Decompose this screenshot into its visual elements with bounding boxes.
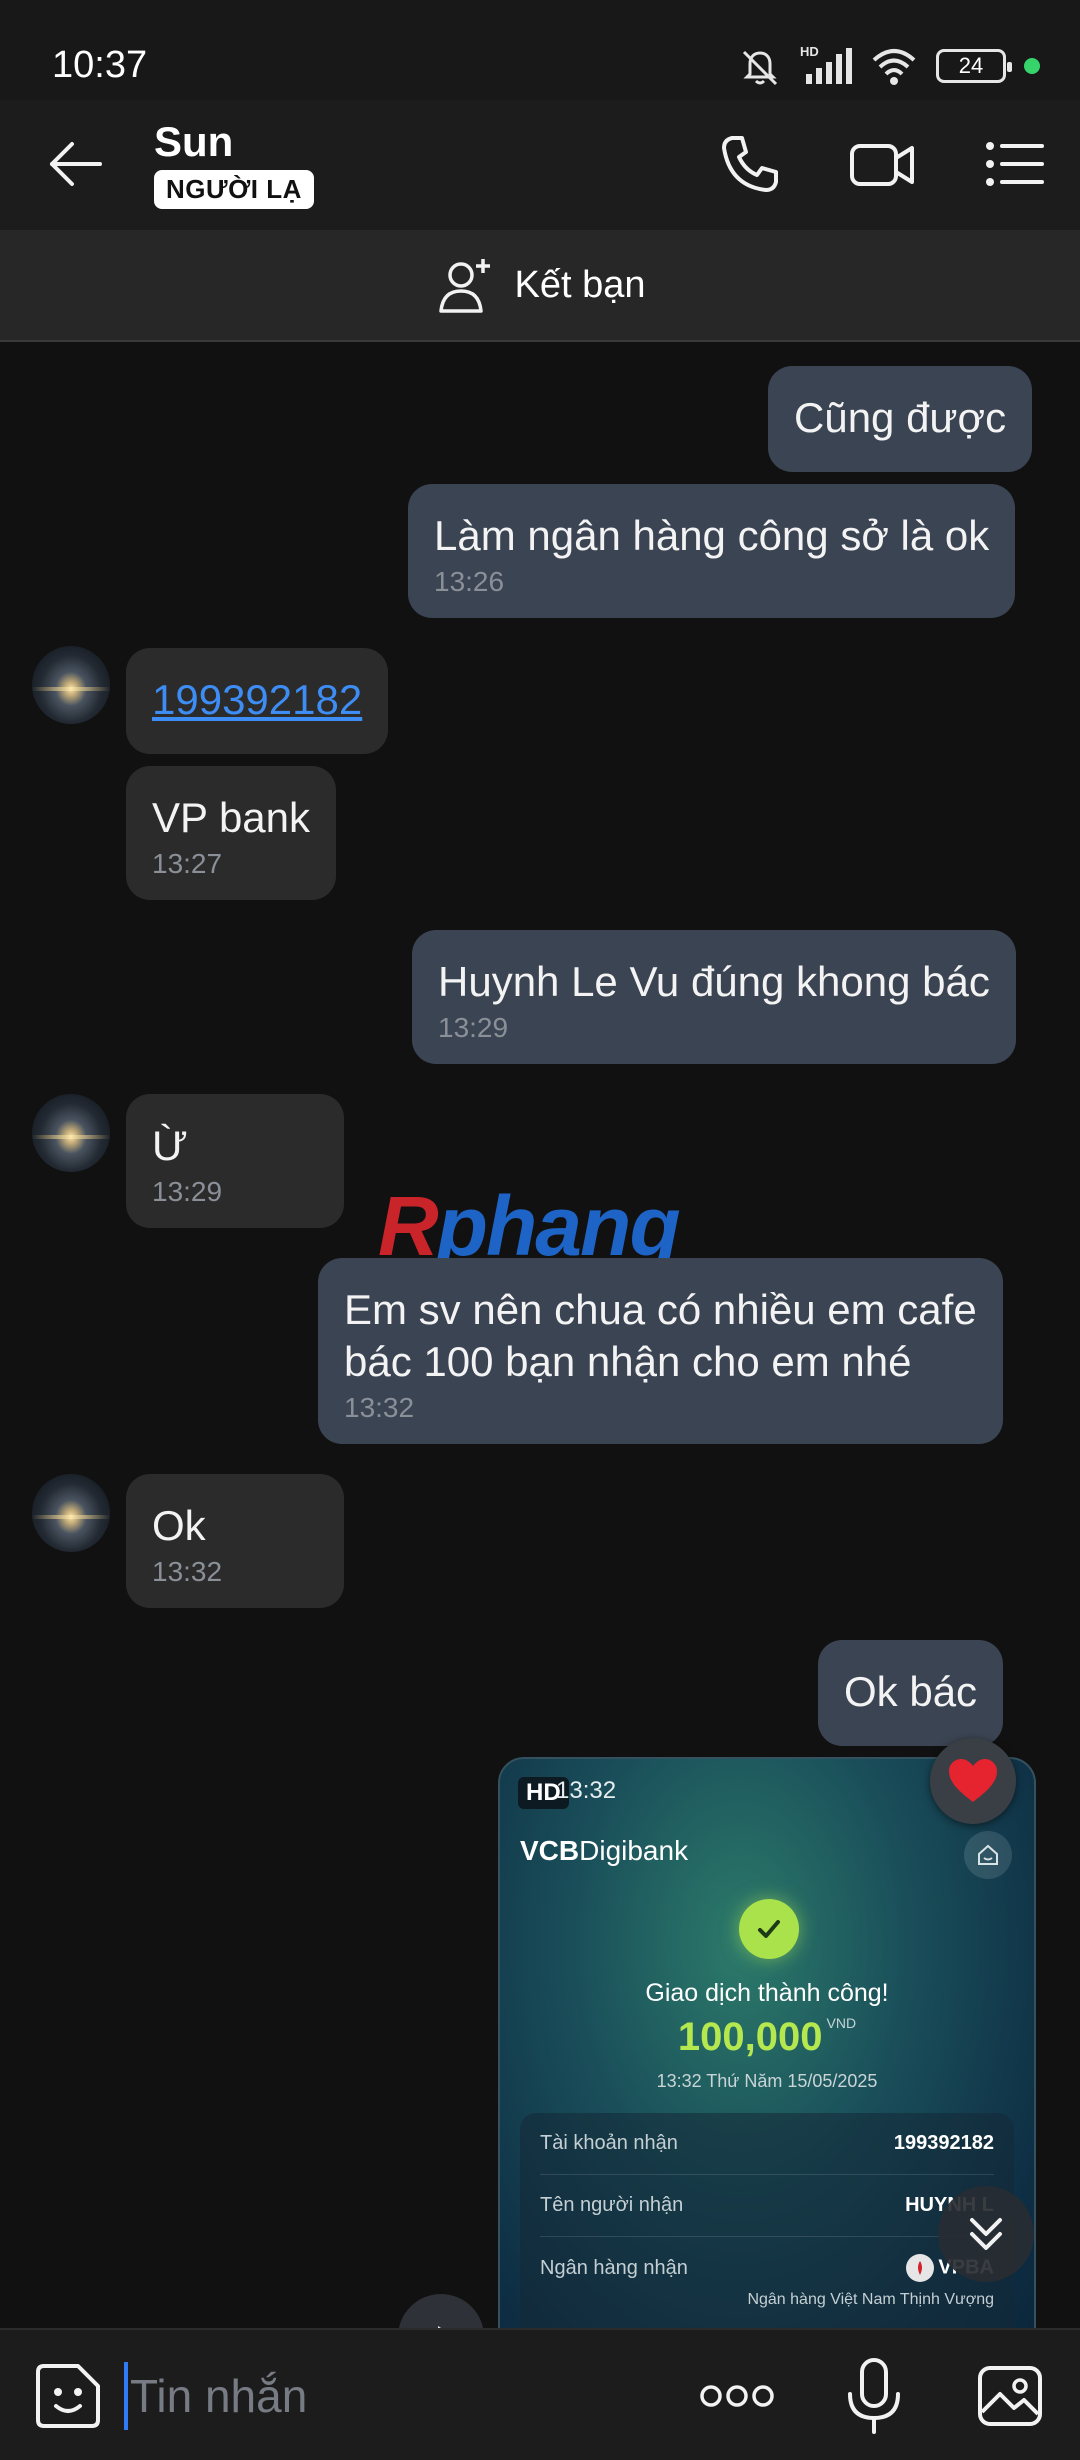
battery-icon: 24	[936, 49, 1012, 83]
text-cursor	[124, 2362, 128, 2430]
receipt-row: Tên người nhận HUYNH L	[540, 2175, 994, 2237]
video-call-icon[interactable]	[846, 128, 918, 200]
back-arrow-icon[interactable]	[40, 128, 112, 200]
message-bubble-outgoing[interactable]: Em sv nên chua có nhiều em cafe bác 100 …	[318, 1258, 1003, 1444]
contact-avatar[interactable]	[32, 1094, 110, 1172]
add-friend-button[interactable]: Kết bạn	[0, 230, 1080, 342]
message-bubble-outgoing[interactable]: Làm ngân hàng công sở là ok 13:26	[408, 484, 1016, 618]
receipt-row: Tài khoản nhận 199392182	[540, 2113, 994, 2175]
privacy-indicator-dot	[1024, 58, 1040, 74]
message-bubble-incoming[interactable]: VP bank 13:27	[126, 766, 337, 900]
contact-avatar[interactable]	[32, 1474, 110, 1552]
message-time: 13:27	[152, 848, 223, 879]
success-check-icon	[739, 1899, 799, 1959]
message-time: 13:29	[152, 1176, 223, 1207]
message-time: 13:26	[434, 566, 505, 597]
message-text: Ok	[152, 1502, 206, 1549]
stranger-badge: NGƯỜI LẠ	[154, 170, 314, 209]
menu-list-icon[interactable]	[978, 128, 1050, 200]
message-bubble-outgoing[interactable]: Huynh Le Vu đúng khong bác 13:29	[412, 930, 1016, 1064]
message-text: VP bank	[152, 794, 311, 841]
heart-icon	[949, 1759, 997, 1802]
receipt-success-text: Giao dịch thành công!	[645, 1979, 889, 2007]
receipt-row: Ngân hàng nhận VPBA	[540, 2237, 994, 2299]
message-bubble-incoming[interactable]: Ok 13:32	[126, 1474, 344, 1608]
contact-name[interactable]: Sun	[154, 118, 233, 166]
message-time: 13:32	[152, 1556, 223, 1587]
message-time: 13:29	[438, 1012, 509, 1043]
status-icons: HD 24	[738, 44, 1040, 88]
add-friend-label: Kết bạn	[514, 263, 646, 306]
phone-call-icon[interactable]	[714, 128, 786, 200]
message-time: 13:32	[344, 1392, 415, 1423]
receipt-brand: VCBDigibank	[520, 1835, 689, 1866]
microphone-icon[interactable]	[840, 2352, 908, 2440]
message-text: Ok bác	[844, 1668, 978, 1715]
receipt-status-time: 13:32	[556, 1777, 617, 1804]
home-icon	[964, 1831, 1012, 1879]
mute-bell-icon	[742, 50, 778, 86]
receipt-bank-fullname: Ngân hàng Việt Nam Thịnh Vượng	[747, 2291, 994, 2308]
message-input[interactable]	[130, 2358, 690, 2434]
transfer-receipt-image[interactable]: HD 13:32 VCBDigibank Giao dịch thành côn…	[498, 1757, 1036, 2377]
scroll-to-bottom-button[interactable]	[938, 2186, 1034, 2282]
message-text: Cũng được	[794, 394, 1007, 441]
network-label: HD	[800, 44, 819, 59]
message-bubble-outgoing[interactable]: Cũng được	[768, 366, 1033, 472]
more-options-icon[interactable]	[698, 2370, 776, 2422]
chat-header: Sun NGƯỜI LẠ	[0, 100, 1080, 230]
status-bar: 10:37 HD 24	[0, 0, 1080, 100]
message-text-line: Em sv nên chua có nhiều em cafe	[344, 1286, 977, 1333]
message-bubble-incoming[interactable]: 199392182	[126, 648, 389, 754]
receipt-date: 13:32 Thứ Năm 15/05/2025	[656, 2071, 878, 2091]
contact-avatar[interactable]	[32, 646, 110, 724]
message-text: Làm ngân hàng công sở là ok	[434, 512, 990, 559]
sticker-emoji-icon[interactable]	[30, 2358, 106, 2434]
signal-icon: HD	[800, 44, 852, 84]
message-bubble-outgoing[interactable]: Ok bác	[818, 1640, 1004, 1746]
status-time: 10:37	[52, 44, 148, 86]
message-text: Huynh Le Vu đúng khong bác	[438, 958, 990, 1005]
heart-reaction-button[interactable]	[930, 1738, 1016, 1824]
message-text-line: bác 100 bạn nhận cho em nhé	[344, 1338, 912, 1385]
receipt-amount: 100,000 VND	[677, 2015, 857, 2059]
add-friend-icon	[438, 259, 490, 313]
message-composer	[0, 2328, 1080, 2460]
account-number-link[interactable]: 199392182	[152, 674, 362, 726]
message-text: Ừ	[152, 1122, 188, 1169]
vpbank-logo-icon	[906, 2254, 935, 2282]
message-bubble-incoming[interactable]: Ừ 13:29	[126, 1094, 344, 1228]
wifi-icon	[872, 49, 916, 85]
double-chevron-down-icon	[970, 2218, 1002, 2250]
image-gallery-icon[interactable]	[974, 2360, 1046, 2432]
